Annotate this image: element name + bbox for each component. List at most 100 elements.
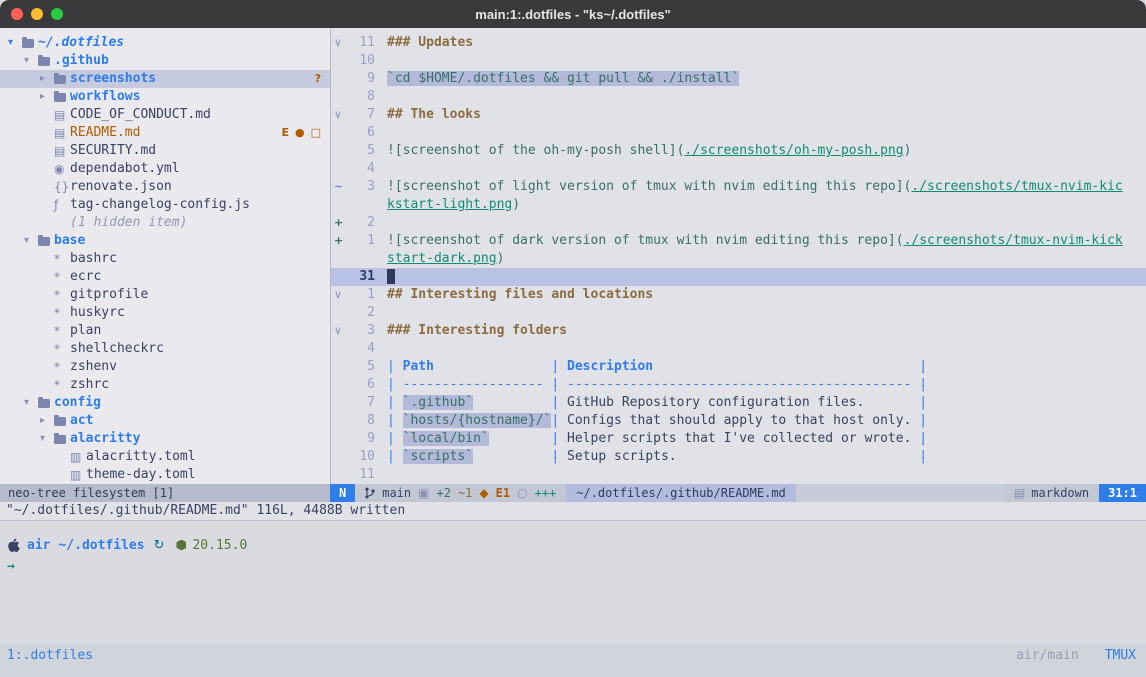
- tree-item-label: config: [54, 394, 101, 412]
- tree-item-plan[interactable]: *plan: [0, 322, 330, 340]
- tree-item-readme-md[interactable]: ▤README.mdE●□: [0, 124, 330, 142]
- tree-item-config[interactable]: ▾ config: [0, 394, 330, 412]
- tree-item-shellcheckrc[interactable]: *shellcheckrc: [0, 340, 330, 358]
- tree-item-workflows[interactable]: ▸workflows: [0, 88, 330, 106]
- file-tree[interactable]: ▾~/.dotfiles▾.github▸screenshots?▸workfl…: [0, 28, 330, 484]
- editor-line[interactable]: 6: [331, 124, 1146, 142]
- tree-item-1-hidden-item[interactable]: (1 hidden item): [0, 214, 330, 232]
- line-text: ![screenshot of light version of tmux wi…: [375, 178, 1123, 196]
- editor-line[interactable]: 11: [331, 466, 1146, 484]
- editor-line[interactable]: 4: [331, 160, 1146, 178]
- editor-line[interactable]: 8: [331, 88, 1146, 106]
- shell-input-line[interactable]: →: [7, 557, 1146, 577]
- line-number: [347, 196, 375, 214]
- editor-line[interactable]: 7| `.github` | GitHub Repository configu…: [331, 394, 1146, 412]
- tree-item-tag-changelog-config-js[interactable]: ƒtag-changelog-config.js: [0, 196, 330, 214]
- text-segment: |: [387, 431, 403, 446]
- editor-line[interactable]: 5| Path | Description |: [331, 358, 1146, 376]
- nvim-pane: ▾~/.dotfiles▾.github▸screenshots?▸workfl…: [0, 28, 1146, 520]
- tree-item-security-md[interactable]: ▤SECURITY.md: [0, 142, 330, 160]
- chevron-down-icon[interactable]: ▾: [24, 394, 38, 412]
- text-segment: [473, 449, 551, 464]
- editor-line[interactable]: 6| ------------------ | ----------------…: [331, 376, 1146, 394]
- tree-item-alacritty[interactable]: ▾ alacritty: [0, 430, 330, 448]
- editor-line[interactable]: start-dark.png): [331, 250, 1146, 268]
- chevron-right-icon[interactable]: ▸: [40, 412, 54, 430]
- line-text: ### Interesting folders: [375, 322, 567, 340]
- tree-item-theme-day-toml[interactable]: ▥theme-day.toml: [0, 466, 330, 484]
- arrow-spacer: [40, 160, 54, 178]
- gutter-sign-empty: [331, 376, 347, 394]
- editor-line[interactable]: 8| `hosts/{hostname}/`| Configs that sho…: [331, 412, 1146, 430]
- line-text: ### Updates: [375, 34, 473, 52]
- editor-line-current[interactable]: 31: [331, 268, 1146, 286]
- text-segment: ### Updates: [387, 35, 473, 50]
- git-status-badges: E●□: [281, 124, 321, 142]
- text-segment: [489, 431, 552, 446]
- text-segment: |: [387, 413, 403, 428]
- shell-pane[interactable]: air ~/.dotfiles ↻ 20.15.0 →: [0, 520, 1146, 643]
- tmux-window-name[interactable]: 1:.dotfiles: [7, 648, 93, 663]
- line-number: 6: [347, 124, 375, 142]
- editor-line[interactable]: kstart-light.png): [331, 196, 1146, 214]
- editor-line[interactable]: +2: [331, 214, 1146, 232]
- chevron-right-icon[interactable]: ▸: [40, 88, 54, 106]
- tree-item-zshenv[interactable]: *zshenv: [0, 358, 330, 376]
- line-text: [375, 88, 387, 106]
- chevron-right-icon[interactable]: ▸: [40, 70, 54, 88]
- tree-item-bashrc[interactable]: *bashrc: [0, 250, 330, 268]
- line-text: | `.github` | GitHub Repository configur…: [375, 394, 927, 412]
- tree-item-label: alacritty: [70, 430, 140, 448]
- editor-line[interactable]: ∨11### Updates: [331, 34, 1146, 52]
- editor-line[interactable]: ∨3### Interesting folders: [331, 322, 1146, 340]
- tree-item-ecrc[interactable]: *ecrc: [0, 268, 330, 286]
- md-file-icon: ▤: [54, 106, 70, 124]
- tree-item-base[interactable]: ▾base: [0, 232, 330, 250]
- tree-item-label: tag-changelog-config.js: [70, 196, 250, 214]
- arrow-spacer: [56, 466, 70, 484]
- md-file-icon: ▤: [54, 124, 70, 142]
- gutter-sign-empty: [331, 250, 347, 268]
- line-text: [375, 340, 387, 358]
- text-segment: ----------------------------------------…: [567, 377, 919, 392]
- editor-line[interactable]: ∨7## The looks: [331, 106, 1146, 124]
- gutter-sign-empty: [331, 70, 347, 88]
- editor-buffer[interactable]: ∨11### Updates 10 9`cd $HOME/.dotfiles &…: [330, 28, 1146, 484]
- editor-line[interactable]: 4: [331, 340, 1146, 358]
- editor-line[interactable]: 5![screenshot of the oh-my-posh shell](.…: [331, 142, 1146, 160]
- editor-line[interactable]: ~3![screenshot of light version of tmux …: [331, 178, 1146, 196]
- chevron-down-icon[interactable]: ▾: [40, 430, 54, 448]
- tree-item-alacritty-toml[interactable]: ▥alacritty.toml: [0, 448, 330, 466]
- tree-item-renovate-json[interactable]: {}renovate.json: [0, 178, 330, 196]
- tree-item-label: CODE_OF_CONDUCT.md: [70, 106, 211, 124]
- chevron-down-icon[interactable]: ▾: [24, 232, 38, 250]
- tmux-statusbar: 1:.dotfiles air/main TMUX: [0, 643, 1146, 677]
- git-status-untracked-badge: ?: [315, 70, 321, 88]
- arrow-spacer: [40, 124, 54, 142]
- editor-line[interactable]: 10: [331, 52, 1146, 70]
- tree-item-github[interactable]: ▾.github: [0, 52, 330, 70]
- line-number: 1: [347, 232, 375, 250]
- tree-item-huskyrc[interactable]: *huskyrc: [0, 304, 330, 322]
- tree-item-act[interactable]: ▸act: [0, 412, 330, 430]
- editor-line[interactable]: 2: [331, 304, 1146, 322]
- editor-line[interactable]: 9| `local/bin` | Helper scripts that I'v…: [331, 430, 1146, 448]
- chevron-down-icon[interactable]: ▾: [24, 52, 38, 70]
- filetype-segment: ▤ markdown: [1004, 484, 1099, 502]
- modified-flags: +++: [535, 486, 557, 500]
- tree-item-dotfiles[interactable]: ▾~/.dotfiles: [0, 34, 330, 52]
- tree-item-zshrc[interactable]: *zshrc: [0, 376, 330, 394]
- text-segment: ## Interesting files and locations: [387, 287, 653, 302]
- editor-line[interactable]: 10| `scripts` | Setup scripts. |: [331, 448, 1146, 466]
- tree-item-screenshots[interactable]: ▸screenshots?: [0, 70, 330, 88]
- nvim-statusline: N main ▣ +2 ~1 ◆ E1 ○ +++: [330, 484, 1146, 502]
- editor-line[interactable]: +1![screenshot of dark version of tmux w…: [331, 232, 1146, 250]
- editor-line[interactable]: ∨1## Interesting files and locations: [331, 286, 1146, 304]
- tree-item-gitprofile[interactable]: *gitprofile: [0, 286, 330, 304]
- text-segment: |: [919, 395, 927, 410]
- chevron-down-icon[interactable]: ▾: [8, 34, 22, 52]
- titlebar[interactable]: main:1:.dotfiles - "ks~/.dotfiles": [0, 0, 1146, 28]
- tree-item-code-of-conduct-md[interactable]: ▤CODE_OF_CONDUCT.md: [0, 106, 330, 124]
- editor-line[interactable]: 9`cd $HOME/.dotfiles && git pull && ./in…: [331, 70, 1146, 88]
- tree-item-dependabot-yml[interactable]: ◉dependabot.yml: [0, 160, 330, 178]
